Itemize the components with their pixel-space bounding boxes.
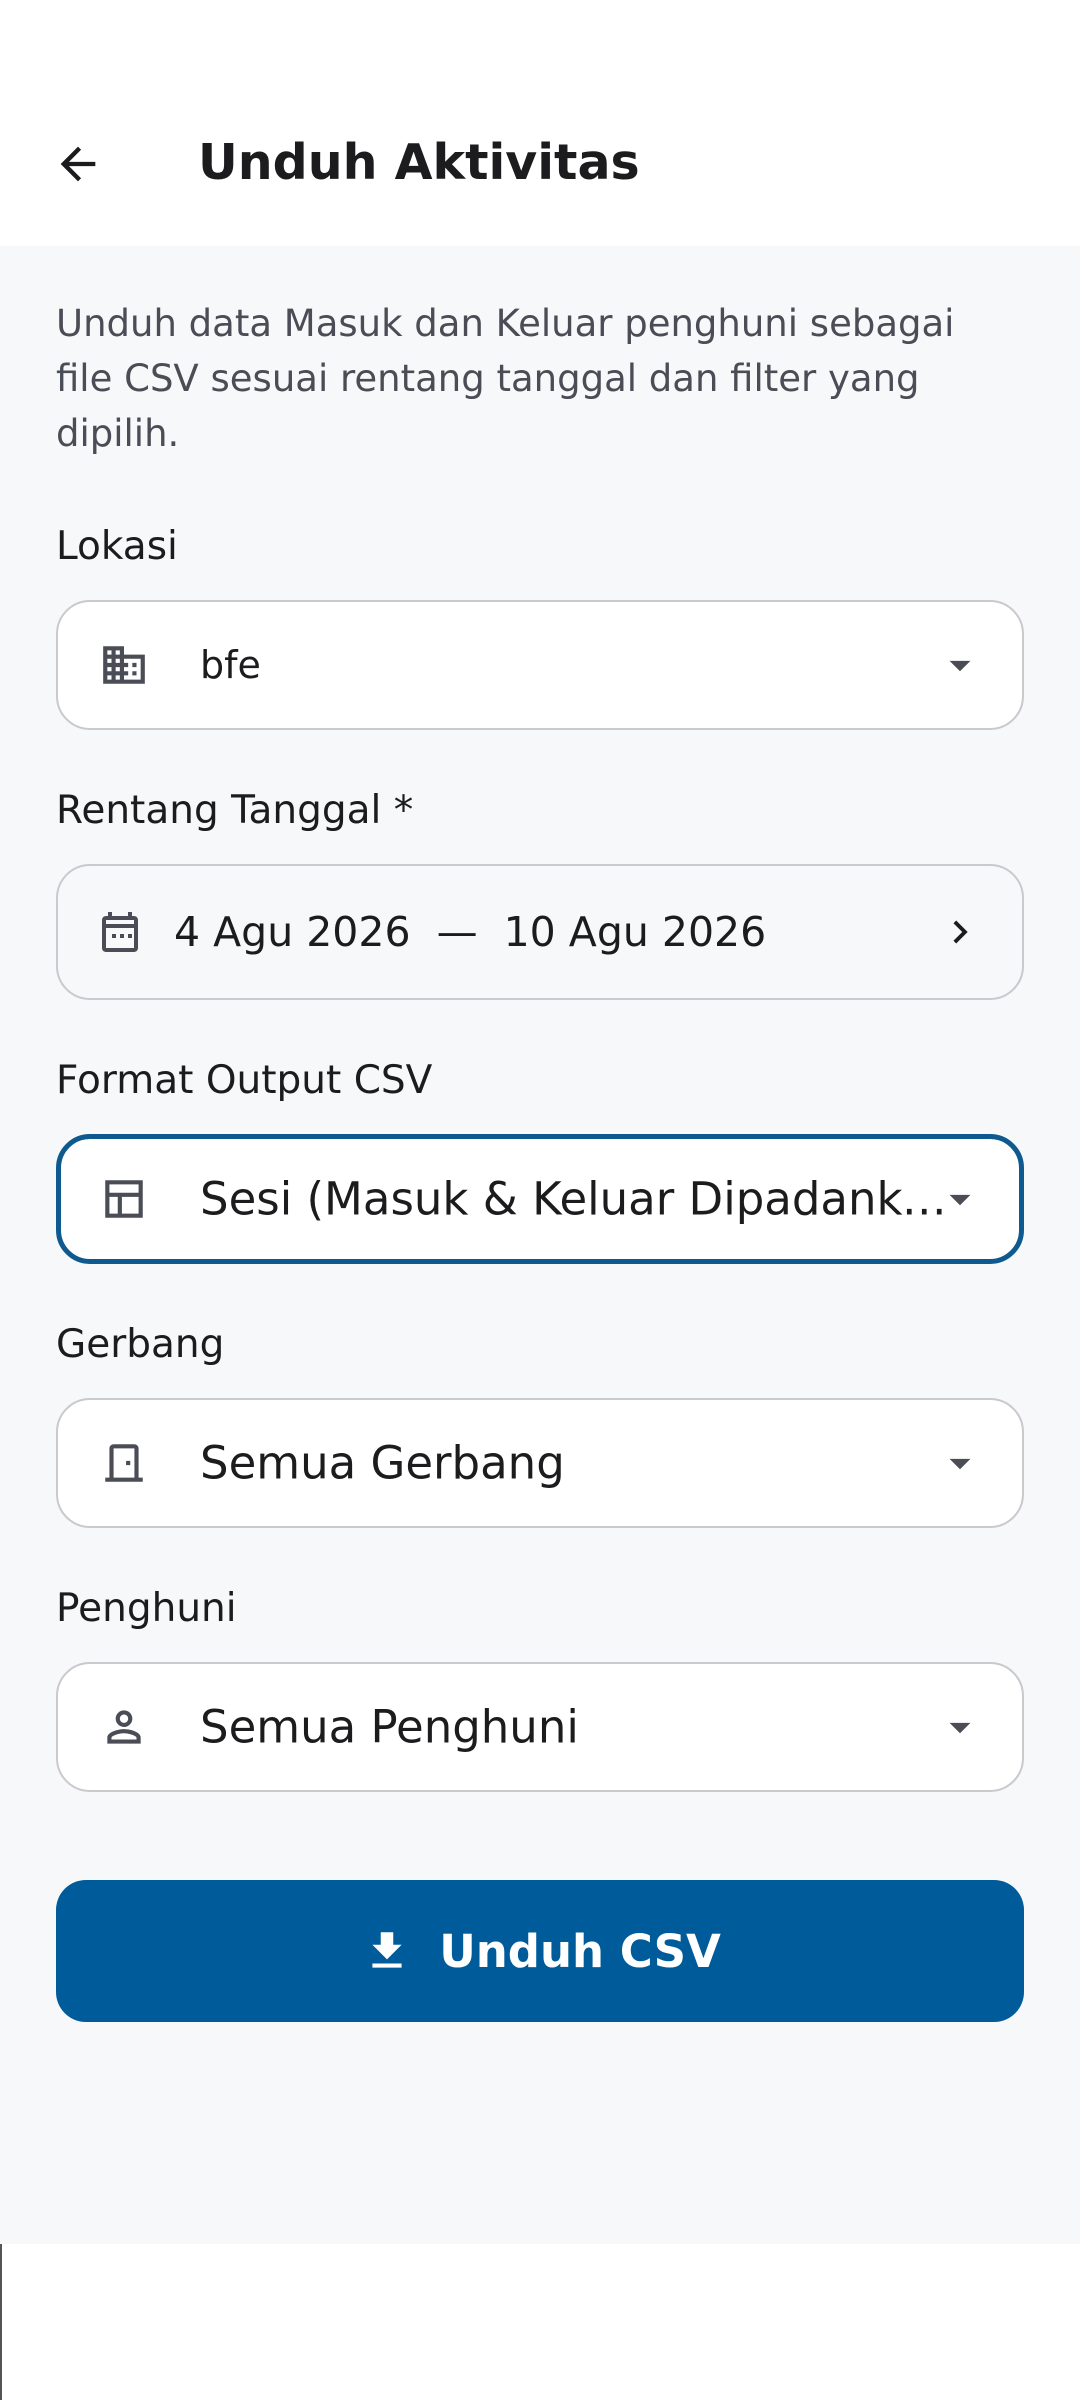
download-csv-label: Unduh CSV (439, 1924, 721, 1978)
date-separator: — (436, 908, 478, 956)
screen: Unduh Aktivitas Unduh data Masuk dan Kel… (0, 0, 1080, 2400)
dropdown-arrow-icon (932, 1171, 988, 1227)
dropdown-arrow-icon (932, 1435, 988, 1491)
date-start: 4 Agu 2026 (174, 908, 411, 956)
format-value: Sesi (Masuk & Keluar Dipadankan) (200, 1172, 960, 1226)
resident-value: Semua Penghuni (200, 1700, 579, 1754)
download-csv-button[interactable]: Unduh CSV (56, 1880, 1024, 2022)
description-text: Unduh data Masuk dan Keluar penghuni seb… (56, 302, 955, 455)
date-range-text: 4 Agu 2026 — 10 Agu 2026 (174, 908, 766, 956)
gate-label: Gerbang (56, 1322, 225, 1367)
building-icon (96, 637, 152, 693)
person-icon (96, 1699, 152, 1755)
date-range-picker[interactable]: 4 Agu 2026 — 10 Agu 2026 (56, 864, 1024, 1000)
bottom-area (0, 2244, 1080, 2400)
table-icon (96, 1171, 152, 1227)
back-button[interactable] (32, 118, 124, 210)
chevron-right-icon (932, 904, 988, 960)
download-icon (359, 1923, 415, 1979)
resident-label: Penghuni (56, 1586, 237, 1631)
location-dropdown[interactable]: bfe (56, 600, 1024, 730)
location-value: bfe (200, 643, 261, 687)
page-title: Unduh Aktivitas (198, 134, 640, 191)
calendar-icon (92, 904, 148, 960)
door-icon (96, 1435, 152, 1491)
content-area: Unduh data Masuk dan Keluar penghuni seb… (0, 246, 1080, 2244)
dropdown-arrow-icon (932, 1699, 988, 1755)
date-end: 10 Agu 2026 (503, 908, 767, 956)
date-range-label: Rentang Tanggal * (56, 788, 414, 833)
resident-dropdown[interactable]: Semua Penghuni (56, 1662, 1024, 1792)
gate-dropdown[interactable]: Semua Gerbang (56, 1398, 1024, 1528)
dropdown-arrow-icon (932, 637, 988, 693)
format-dropdown[interactable]: Sesi (Masuk & Keluar Dipadankan) (56, 1134, 1024, 1264)
gate-value: Semua Gerbang (200, 1436, 565, 1490)
app-bar: Unduh Aktivitas (0, 0, 1080, 246)
format-label: Format Output CSV (56, 1058, 433, 1103)
arrow-left-icon (60, 146, 96, 182)
location-label: Lokasi (56, 524, 178, 569)
